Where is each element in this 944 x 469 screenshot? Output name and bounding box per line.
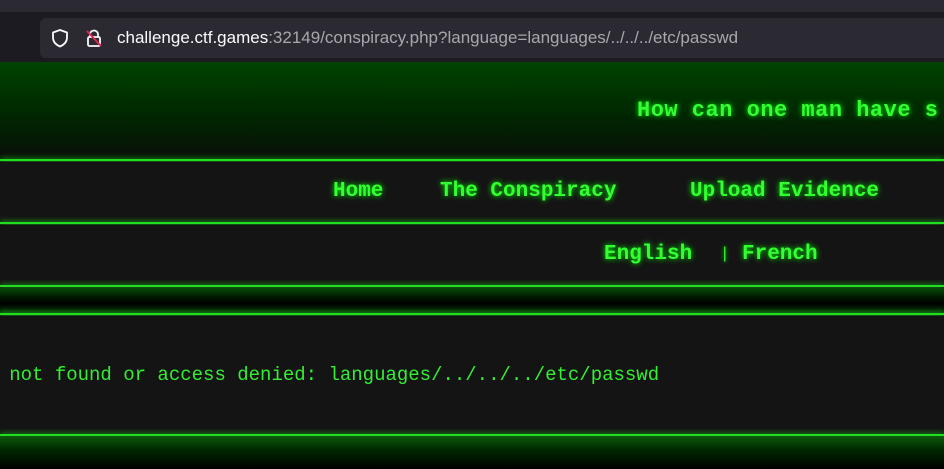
divider [0,285,944,287]
url-path: :32149/conspiracy.php?language=languages… [268,28,739,47]
nav-home[interactable]: Home [333,180,383,203]
divider [0,159,944,161]
main-content: le not found or access denied: languages… [0,316,944,434]
nav-upload-evidence[interactable]: Upload Evidence [690,180,879,203]
site-tagline: How can one man have s [637,98,939,123]
lock-off-icon[interactable] [84,28,104,48]
url-domain: challenge.ctf.games [117,28,269,47]
language-bar: English | French [0,225,944,286]
web-page: How can one man have s Home The Conspira… [0,62,944,469]
footer-glow [0,436,944,469]
address-bar[interactable]: challenge.ctf.games:32149/conspiracy.php… [40,18,944,58]
url-text[interactable]: challenge.ctf.games:32149/conspiracy.php… [117,28,738,48]
divider [0,313,944,315]
divider [0,222,944,224]
browser-chrome: challenge.ctf.games:32149/conspiracy.php… [0,0,944,62]
site-header: How can one man have s [0,62,944,160]
decorative-glow-band [0,288,944,314]
error-message: le not found or access denied: languages… [0,364,660,386]
tab-strip [0,0,944,12]
main-nav: Home The Conspiracy Upload Evidence [0,162,944,223]
language-separator: | [720,245,730,263]
language-french-link[interactable]: French [742,243,818,266]
shield-icon[interactable] [50,28,70,48]
nav-the-conspiracy[interactable]: The Conspiracy [440,180,616,203]
language-english-link[interactable]: English [604,243,692,266]
